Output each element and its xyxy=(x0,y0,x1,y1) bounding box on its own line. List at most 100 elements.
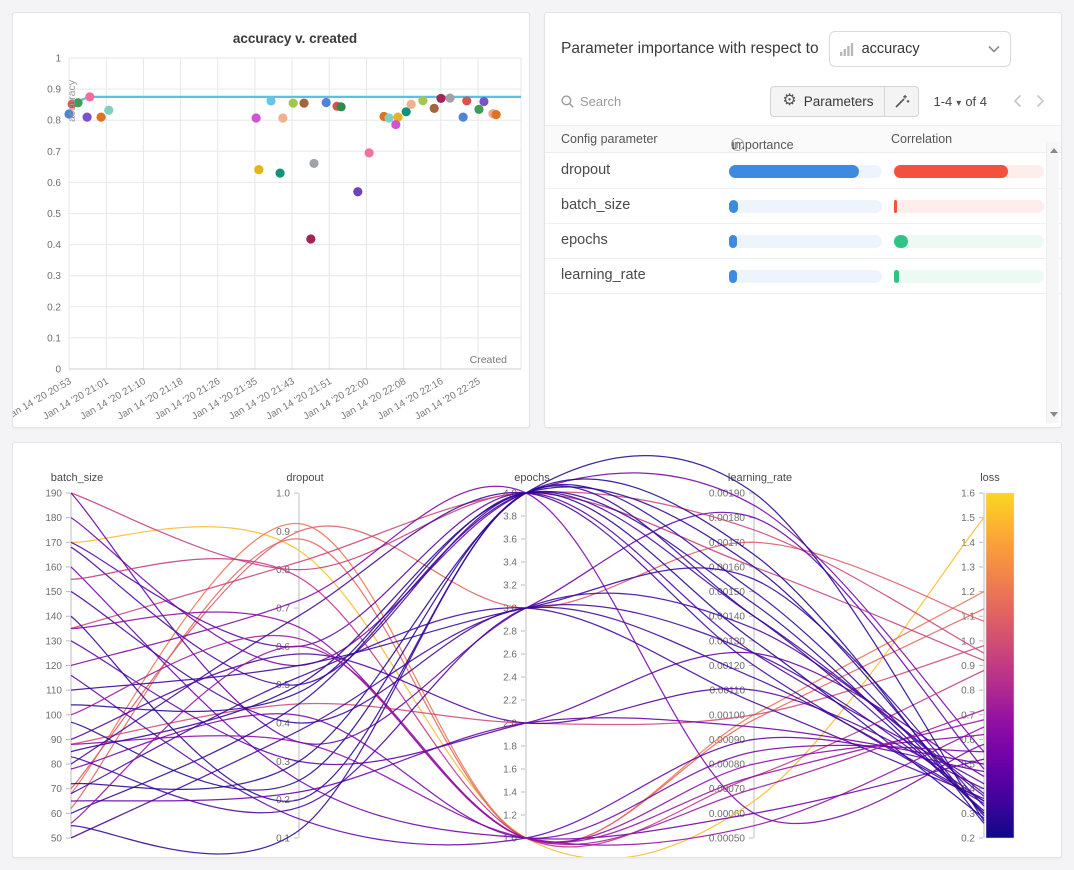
column-correlation[interactable]: Correlation xyxy=(891,132,952,146)
svg-text:140: 140 xyxy=(45,612,62,623)
svg-text:0.8: 0.8 xyxy=(961,686,975,697)
svg-text:170: 170 xyxy=(45,538,62,549)
table-row[interactable]: dropout xyxy=(545,154,1061,189)
run-point xyxy=(391,120,400,129)
loss-colorbar xyxy=(986,493,1014,838)
svg-text:1.3: 1.3 xyxy=(961,562,975,573)
svg-text:0.00080: 0.00080 xyxy=(709,760,746,771)
accuracy-vs-created-chart[interactable]: 00.10.20.30.40.50.60.70.80.91Jan 14 '20 … xyxy=(13,13,529,427)
svg-text:150: 150 xyxy=(45,587,62,598)
run-line xyxy=(71,493,984,661)
run-point xyxy=(474,105,483,114)
panel-title: Parameter importance with respect to xyxy=(561,40,819,58)
run-line xyxy=(71,456,984,821)
table-row[interactable]: learning_rate xyxy=(545,259,1061,294)
svg-text:0.4: 0.4 xyxy=(47,240,61,251)
table-row[interactable]: epochs xyxy=(545,224,1061,259)
run-point xyxy=(278,113,287,122)
svg-text:3.8: 3.8 xyxy=(503,512,517,523)
svg-text:0.2: 0.2 xyxy=(47,302,61,313)
correlation-bar xyxy=(894,235,1044,248)
run-point xyxy=(337,102,346,111)
run-point xyxy=(254,165,263,174)
svg-text:3.4: 3.4 xyxy=(503,558,517,569)
svg-text:1.2: 1.2 xyxy=(503,811,517,822)
svg-text:0.5: 0.5 xyxy=(47,209,61,220)
scroll-up-icon[interactable] xyxy=(1050,148,1058,153)
magic-wand-button[interactable] xyxy=(884,86,919,117)
svg-text:1.6: 1.6 xyxy=(961,489,975,500)
run-line xyxy=(71,646,984,745)
svg-text:1.0: 1.0 xyxy=(276,489,290,500)
svg-text:1.4: 1.4 xyxy=(503,788,517,799)
scrollbar[interactable] xyxy=(1046,142,1059,423)
svg-text:60: 60 xyxy=(51,809,63,820)
svg-text:0.9: 0.9 xyxy=(47,85,61,96)
importance-table-body: dropoutbatch_sizeepochs learning_rate xyxy=(545,154,1061,294)
svg-text:0.7: 0.7 xyxy=(47,147,61,158)
chart-title: accuracy v. created xyxy=(233,31,357,46)
caret-down-icon[interactable] xyxy=(956,94,961,109)
run-point xyxy=(289,98,298,107)
run-point xyxy=(384,113,393,122)
sort-desc-icon[interactable] xyxy=(731,138,737,152)
svg-text:80: 80 xyxy=(51,760,63,771)
axis-title-loss: loss xyxy=(980,472,1000,484)
parameter-importance-panel: Parameter importance with respect to acc… xyxy=(544,12,1062,428)
svg-text:2.8: 2.8 xyxy=(503,627,517,638)
run-point xyxy=(430,104,439,113)
run-point xyxy=(445,94,454,103)
scroll-down-icon[interactable] xyxy=(1050,412,1058,417)
axis-title-batch_size: batch_size xyxy=(51,472,104,484)
run-line xyxy=(71,646,984,842)
config-parameter-name: learning_rate xyxy=(561,267,646,283)
table-toolbar: ⚙ Parameters 1-4 of 4 xyxy=(561,85,1045,117)
parameters-button-label: Parameters xyxy=(804,94,874,109)
chevron-right-icon[interactable] xyxy=(1036,94,1045,108)
importance-bar xyxy=(729,165,882,178)
metric-select-dropdown[interactable]: accuracy xyxy=(829,31,1011,67)
run-line xyxy=(71,486,984,854)
pagination: 1-4 of 4 xyxy=(933,94,987,109)
x-axis-label: Created xyxy=(470,354,508,366)
svg-text:0.8: 0.8 xyxy=(47,116,61,127)
importance-bar xyxy=(729,235,882,248)
svg-text:0.1: 0.1 xyxy=(47,333,61,344)
svg-text:0.00050: 0.00050 xyxy=(709,834,746,845)
svg-text:0.7: 0.7 xyxy=(276,604,290,615)
pagination-range[interactable]: 1-4 xyxy=(933,94,952,109)
run-point xyxy=(365,148,374,157)
run-line xyxy=(71,479,984,823)
column-config-parameter: Config parameter xyxy=(561,132,658,146)
metric-select-value: accuracy xyxy=(862,41,980,57)
run-line xyxy=(71,675,984,845)
importance-bar xyxy=(729,270,882,283)
svg-text:Jan 14 '20 22:25: Jan 14 '20 22:25 xyxy=(413,376,483,423)
svg-text:70: 70 xyxy=(51,784,63,795)
parameters-button[interactable]: ⚙ Parameters xyxy=(770,86,885,117)
run-line xyxy=(71,493,984,769)
run-line xyxy=(71,593,984,813)
run-point xyxy=(322,98,331,107)
run-line xyxy=(71,592,984,801)
parallel-coordinates-chart[interactable]: 5060708090100110120130140150160170180190… xyxy=(13,443,1061,857)
svg-text:90: 90 xyxy=(51,735,63,746)
search-box[interactable] xyxy=(561,94,711,109)
run-point xyxy=(436,94,445,103)
table-header: Config parameter Importance Correlation xyxy=(545,125,1061,153)
svg-text:2.6: 2.6 xyxy=(503,650,517,661)
run-point xyxy=(299,98,308,107)
run-line xyxy=(71,714,984,839)
svg-text:0.00150: 0.00150 xyxy=(709,587,746,598)
chevron-left-icon[interactable] xyxy=(1013,94,1022,108)
search-input[interactable] xyxy=(580,94,690,109)
run-point xyxy=(353,187,362,196)
scatter-points xyxy=(64,92,500,243)
svg-text:0: 0 xyxy=(55,365,61,376)
run-point xyxy=(85,92,94,101)
svg-text:160: 160 xyxy=(45,562,62,573)
table-row[interactable]: batch_size xyxy=(545,189,1061,224)
svg-text:180: 180 xyxy=(45,513,62,524)
run-point xyxy=(492,110,501,119)
run-lines xyxy=(71,456,984,857)
